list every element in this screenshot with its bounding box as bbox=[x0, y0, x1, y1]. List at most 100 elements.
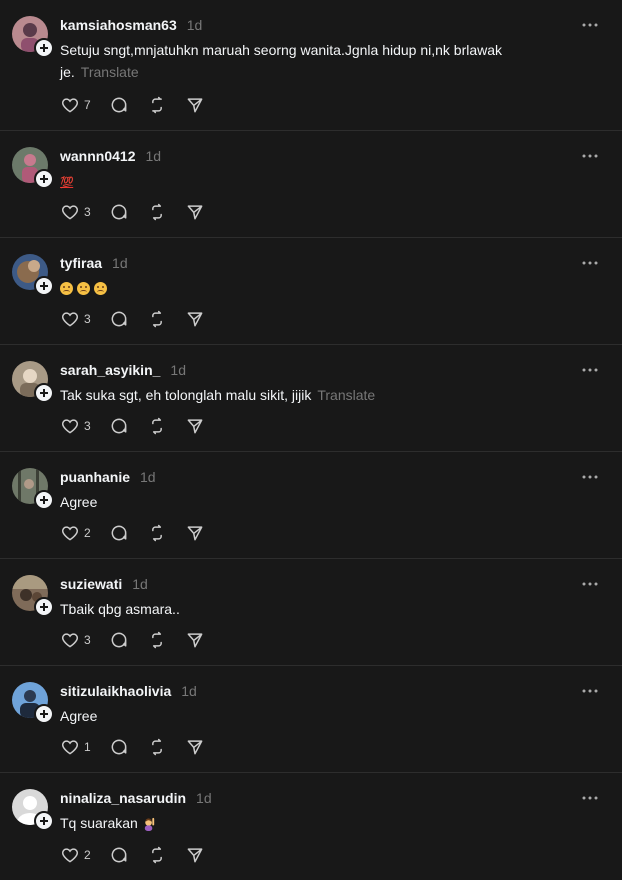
comment-icon bbox=[111, 847, 127, 863]
like-button[interactable]: 3 bbox=[60, 630, 91, 650]
comment-icon bbox=[111, 418, 127, 434]
more-options-icon[interactable] bbox=[578, 681, 602, 701]
send-icon bbox=[187, 526, 203, 541]
action-bar: 2 bbox=[60, 845, 223, 865]
share-button[interactable] bbox=[185, 416, 205, 436]
comment-icon bbox=[111, 204, 127, 220]
action-bar: 1 bbox=[60, 737, 223, 757]
comment-button[interactable] bbox=[109, 523, 129, 543]
share-button[interactable] bbox=[185, 523, 205, 543]
repost-button[interactable] bbox=[147, 523, 167, 543]
repost-button[interactable] bbox=[147, 630, 167, 650]
username[interactable]: puanhanie bbox=[60, 469, 130, 485]
like-count: 7 bbox=[84, 98, 91, 112]
repost-button[interactable] bbox=[147, 845, 167, 865]
follow-plus-icon[interactable] bbox=[34, 490, 54, 510]
timestamp: 1d bbox=[186, 17, 203, 33]
comment-button[interactable] bbox=[109, 845, 129, 865]
heart-icon bbox=[61, 419, 79, 434]
repost-button[interactable] bbox=[147, 309, 167, 329]
comment-icon bbox=[111, 311, 127, 327]
username[interactable]: kamsiahosman63 bbox=[60, 17, 177, 33]
send-icon bbox=[187, 312, 203, 327]
reply-post: wannn0412 1d 💯 3 bbox=[0, 131, 622, 238]
like-button[interactable]: 3 bbox=[60, 416, 91, 436]
timestamp: 1d bbox=[132, 576, 148, 592]
reply-text: Agree bbox=[60, 494, 98, 510]
share-button[interactable] bbox=[185, 737, 205, 757]
username[interactable]: sitizulaikhaolivia bbox=[60, 683, 171, 699]
like-button[interactable]: 7 bbox=[60, 95, 91, 115]
more-options-icon[interactable] bbox=[578, 15, 602, 35]
follow-plus-icon[interactable] bbox=[34, 169, 54, 189]
frowning-face-emoji bbox=[60, 282, 73, 295]
comment-button[interactable] bbox=[109, 95, 129, 115]
follow-plus-icon[interactable] bbox=[34, 811, 54, 831]
like-button[interactable]: 3 bbox=[60, 309, 91, 329]
person-raising-hand-emoji bbox=[144, 817, 155, 831]
repost-icon bbox=[151, 203, 162, 221]
comment-button[interactable] bbox=[109, 309, 129, 329]
translate-link[interactable]: Translate bbox=[81, 64, 139, 80]
more-options-icon[interactable] bbox=[578, 574, 602, 594]
timestamp: 1d bbox=[181, 683, 197, 699]
reply-text: Tq suarakan bbox=[60, 812, 562, 834]
follow-plus-icon[interactable] bbox=[34, 38, 54, 58]
follow-plus-icon[interactable] bbox=[34, 704, 54, 724]
timestamp: 1d bbox=[140, 469, 156, 485]
heart-icon bbox=[61, 848, 79, 863]
action-bar: 3 bbox=[60, 202, 223, 222]
action-bar: 3 bbox=[60, 309, 223, 329]
username[interactable]: ninaliza_nasarudin bbox=[60, 790, 186, 806]
reply-text: 💯 bbox=[60, 170, 562, 194]
username[interactable]: wannn0412 bbox=[60, 148, 135, 164]
reply-post: sitizulaikhaolivia 1d Agree 1 bbox=[0, 666, 622, 773]
send-icon bbox=[187, 205, 203, 220]
repost-button[interactable] bbox=[147, 737, 167, 757]
follow-plus-icon[interactable] bbox=[34, 383, 54, 403]
reply-post: sarah_asyikin_ 1d Tak suka sgt, eh tolon… bbox=[0, 345, 622, 452]
more-options-icon[interactable] bbox=[578, 253, 602, 273]
username[interactable]: sarah_asyikin_ bbox=[60, 362, 160, 378]
send-icon bbox=[187, 848, 203, 863]
more-options-icon[interactable] bbox=[578, 467, 602, 487]
username[interactable]: tyfiraa bbox=[60, 255, 102, 271]
reply-text-content: Tak suka sgt, eh tolonglah malu sikit, j… bbox=[60, 387, 312, 403]
frowning-face-emoji bbox=[94, 282, 107, 295]
more-options-icon[interactable] bbox=[578, 360, 602, 380]
repost-button[interactable] bbox=[147, 416, 167, 436]
more-options-icon[interactable] bbox=[578, 788, 602, 808]
like-count: 1 bbox=[84, 740, 91, 754]
share-button[interactable] bbox=[185, 845, 205, 865]
share-button[interactable] bbox=[185, 202, 205, 222]
comment-icon bbox=[111, 525, 127, 541]
share-button[interactable] bbox=[185, 630, 205, 650]
like-button[interactable]: 3 bbox=[60, 202, 91, 222]
share-button[interactable] bbox=[185, 95, 205, 115]
more-options-icon[interactable] bbox=[578, 146, 602, 166]
like-button[interactable]: 2 bbox=[60, 523, 91, 543]
like-count: 3 bbox=[84, 312, 91, 326]
send-icon bbox=[187, 740, 203, 755]
repost-button[interactable] bbox=[147, 202, 167, 222]
reply-post: ninaliza_nasarudin 1d Tq suarakan 2 bbox=[0, 773, 622, 880]
reply-text: Setuju sngt,mnjatuhkn maruah seorng wani… bbox=[60, 39, 562, 83]
comment-button[interactable] bbox=[109, 737, 129, 757]
repost-icon bbox=[151, 310, 162, 328]
like-count: 3 bbox=[84, 205, 91, 219]
follow-plus-icon[interactable] bbox=[34, 597, 54, 617]
comment-button[interactable] bbox=[109, 630, 129, 650]
like-count: 3 bbox=[84, 633, 91, 647]
like-button[interactable]: 2 bbox=[60, 845, 91, 865]
reply-text: Agree bbox=[60, 708, 98, 724]
username[interactable]: suziewati bbox=[60, 576, 122, 592]
share-button[interactable] bbox=[185, 309, 205, 329]
frowning-face-emoji bbox=[77, 282, 90, 295]
comment-button[interactable] bbox=[109, 416, 129, 436]
comment-button[interactable] bbox=[109, 202, 129, 222]
repost-icon bbox=[151, 96, 162, 114]
like-button[interactable]: 1 bbox=[60, 737, 91, 757]
translate-link[interactable]: Translate bbox=[317, 387, 375, 403]
repost-button[interactable] bbox=[147, 95, 167, 115]
follow-plus-icon[interactable] bbox=[34, 276, 54, 296]
